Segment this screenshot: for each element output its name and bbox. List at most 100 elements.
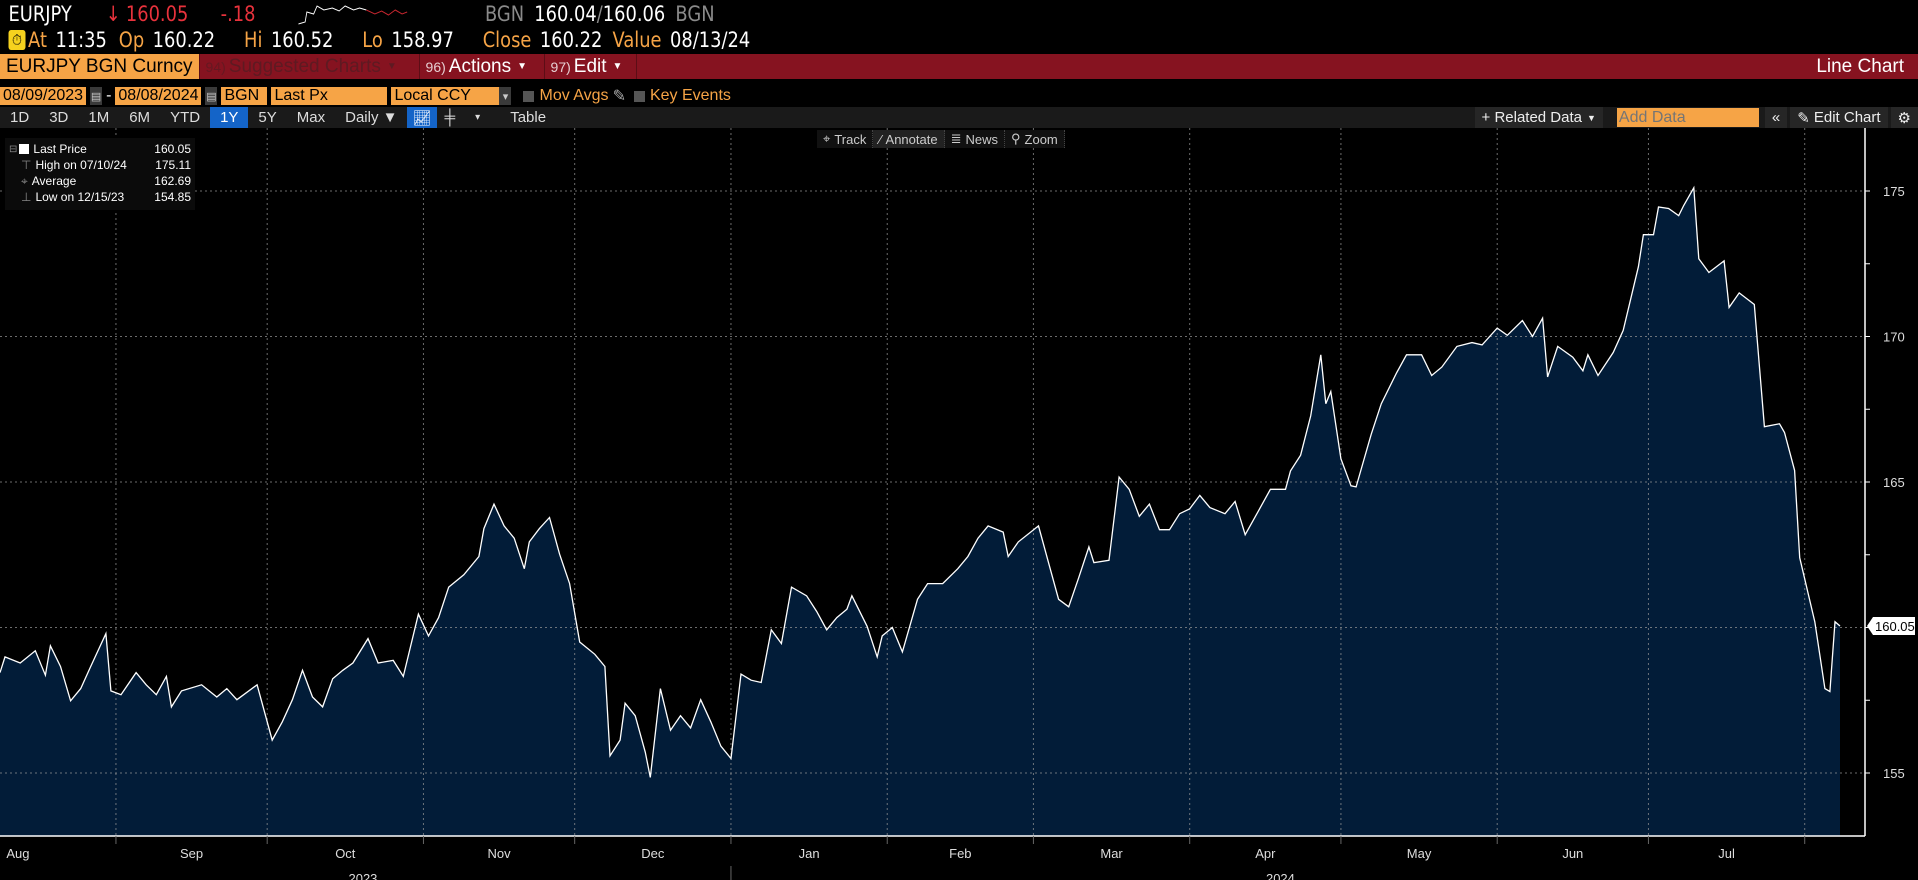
legend-label: Low on 12/15/23 bbox=[35, 190, 125, 204]
magnifier-icon: ⚲ bbox=[1011, 131, 1021, 146]
x-year-label: 2024 bbox=[1266, 871, 1295, 880]
period-max[interactable]: Max bbox=[287, 107, 335, 128]
annotate-icon: ⁄ bbox=[879, 131, 882, 147]
caret-down-icon[interactable]: ▾ bbox=[463, 107, 492, 128]
caret-down-icon: ▼ bbox=[386, 61, 397, 72]
zoom-tool[interactable]: ⚲ Zoom bbox=[1005, 130, 1065, 148]
clock-icon[interactable]: ⏱ bbox=[8, 30, 26, 50]
period-1y[interactable]: 1Y bbox=[210, 107, 249, 128]
legend-value: 160.05 bbox=[154, 142, 191, 156]
menu-number: 97) bbox=[550, 58, 571, 75]
menu-number: 94) bbox=[205, 58, 226, 75]
caret-down-icon: ▼ bbox=[612, 61, 623, 72]
mov-avgs-label[interactable]: Mov Avgs bbox=[539, 87, 608, 105]
zoom-label: Zoom bbox=[1024, 131, 1058, 147]
down-arrow-icon: ↓ bbox=[105, 1, 121, 26]
caret-down-icon: ▼ bbox=[517, 61, 527, 72]
close-value: 160.22 bbox=[539, 28, 603, 52]
last-price-tag-label: 160.05 bbox=[1875, 619, 1915, 634]
legend-value: 162.69 bbox=[154, 174, 191, 188]
x-tick-label: Jun bbox=[1562, 846, 1583, 861]
series-swatch bbox=[19, 144, 30, 154]
pencil-icon: ✎ bbox=[1797, 109, 1810, 127]
chart-type-label: Line Chart bbox=[1816, 55, 1904, 77]
at-label: At bbox=[28, 28, 47, 52]
mov-avgs-checkbox[interactable] bbox=[523, 90, 535, 102]
currency-dropdown[interactable]: Local CCY bbox=[391, 87, 500, 105]
period-1m[interactable]: 1M bbox=[78, 107, 119, 128]
source-field[interactable]: BGN bbox=[221, 87, 268, 105]
bar-chart-icon[interactable]: ╪ bbox=[437, 107, 464, 128]
ask-source: BGN bbox=[675, 1, 715, 26]
average-marker-icon: ⌖ bbox=[21, 173, 28, 188]
value-date-label: Value bbox=[612, 28, 662, 52]
date-dash: - bbox=[106, 87, 112, 104]
x-tick-label: May bbox=[1407, 846, 1432, 861]
price-area bbox=[0, 187, 1840, 837]
edit-chart-button[interactable]: ✎ Edit Chart bbox=[1790, 107, 1888, 128]
actions-menu[interactable]: 96) Actions ▼ bbox=[420, 54, 545, 79]
x-tick-label: Aug bbox=[6, 846, 29, 861]
related-data-label: + Related Data bbox=[1481, 109, 1582, 126]
legend-high: ⊤ High on 07/10/24 175.11 bbox=[9, 157, 191, 173]
x-tick-label: Sep bbox=[180, 846, 203, 861]
line-chart-icon[interactable]: 📈︎ bbox=[407, 107, 437, 128]
key-events-checkbox[interactable] bbox=[633, 90, 645, 102]
edit-menu[interactable]: 97) Edit ▼ bbox=[545, 54, 637, 79]
price-chart[interactable]: 155160165170175160.05AugSepOctNovDecJanF… bbox=[0, 128, 1918, 880]
x-tick-label: Nov bbox=[488, 846, 512, 861]
calendar-icon[interactable]: ▤ bbox=[90, 87, 103, 105]
ticker-line: EURJPY ↓ 160.05 -.18 BGN 160.04 / 160.06… bbox=[0, 0, 1630, 27]
period-3d[interactable]: 3D bbox=[39, 107, 78, 128]
period-6m[interactable]: 6M bbox=[119, 107, 160, 128]
field-selector[interactable]: Last Px bbox=[271, 87, 388, 105]
menu-label: Edit bbox=[573, 55, 607, 77]
legend-last-price[interactable]: ⊟ Last Price 160.05 bbox=[9, 141, 191, 157]
caret-down-icon[interactable]: ▾ bbox=[499, 87, 512, 105]
y-tick-label: 155 bbox=[1883, 766, 1905, 781]
quote-time: 11:35 bbox=[55, 28, 107, 52]
security-field[interactable]: EURJPY BGN Curncy bbox=[0, 54, 200, 79]
x-tick-label: Jul bbox=[1718, 846, 1735, 861]
news-icon: ≣ bbox=[950, 131, 962, 146]
annotate-tool[interactable]: ⁄ Annotate bbox=[873, 130, 945, 148]
legend-label: High on 07/10/24 bbox=[35, 158, 127, 172]
close-label: Close bbox=[482, 28, 532, 52]
pencil-icon[interactable]: ✎ bbox=[613, 86, 626, 106]
key-events-label[interactable]: Key Events bbox=[650, 87, 731, 105]
collapse-icon[interactable]: « bbox=[1764, 107, 1788, 128]
add-data-input[interactable] bbox=[1616, 108, 1759, 127]
menu-number: 96) bbox=[425, 58, 446, 75]
menu-label: Suggested Charts bbox=[228, 55, 381, 77]
x-tick-label: Feb bbox=[949, 846, 971, 861]
end-date-field[interactable]: 08/08/2024 bbox=[115, 87, 202, 105]
legend-label: Last Price bbox=[33, 142, 87, 156]
table-button[interactable]: Table bbox=[500, 107, 556, 128]
open-value: 160.22 bbox=[152, 28, 216, 52]
frequency-dropdown[interactable]: Daily ▼ bbox=[335, 107, 407, 128]
period-ytd[interactable]: YTD bbox=[160, 107, 210, 128]
start-date-field[interactable]: 08/09/2023 bbox=[0, 87, 87, 105]
suggested-charts-menu[interactable]: 94) Suggested Charts ▼ bbox=[200, 54, 420, 79]
period-toolbar: 1D 3D 1M 6M YTD 1Y 5Y Max Daily ▼ 📈︎ ╪ ▾… bbox=[0, 107, 1918, 128]
related-data-button[interactable]: + Related Data ▼ bbox=[1474, 107, 1603, 128]
track-label: Track bbox=[834, 131, 867, 147]
x-tick-label: Oct bbox=[335, 846, 356, 861]
legend-value: 175.11 bbox=[155, 158, 191, 172]
ask-price: 160.06 bbox=[602, 1, 666, 26]
menu-label: Actions bbox=[448, 55, 512, 77]
calendar-icon[interactable]: ▤ bbox=[205, 87, 218, 105]
settings-gear-icon[interactable]: ⚙ bbox=[1890, 107, 1918, 128]
collapse-icon[interactable]: ⊟ bbox=[9, 144, 17, 155]
crosshair-icon: ⌖ bbox=[823, 131, 831, 146]
low-label: Lo bbox=[362, 28, 383, 52]
high-marker-icon: ⊤ bbox=[21, 158, 32, 172]
news-tool[interactable]: ≣ News bbox=[945, 130, 1005, 148]
x-year-label: 2023 bbox=[348, 871, 377, 880]
caret-down-icon: ▼ bbox=[1587, 112, 1596, 123]
x-tick-label: Dec bbox=[641, 846, 665, 861]
track-tool[interactable]: ⌖ Track bbox=[817, 130, 874, 148]
period-5y[interactable]: 5Y bbox=[248, 107, 286, 128]
period-1d[interactable]: 1D bbox=[0, 107, 39, 128]
x-tick-label: Apr bbox=[1255, 846, 1276, 861]
